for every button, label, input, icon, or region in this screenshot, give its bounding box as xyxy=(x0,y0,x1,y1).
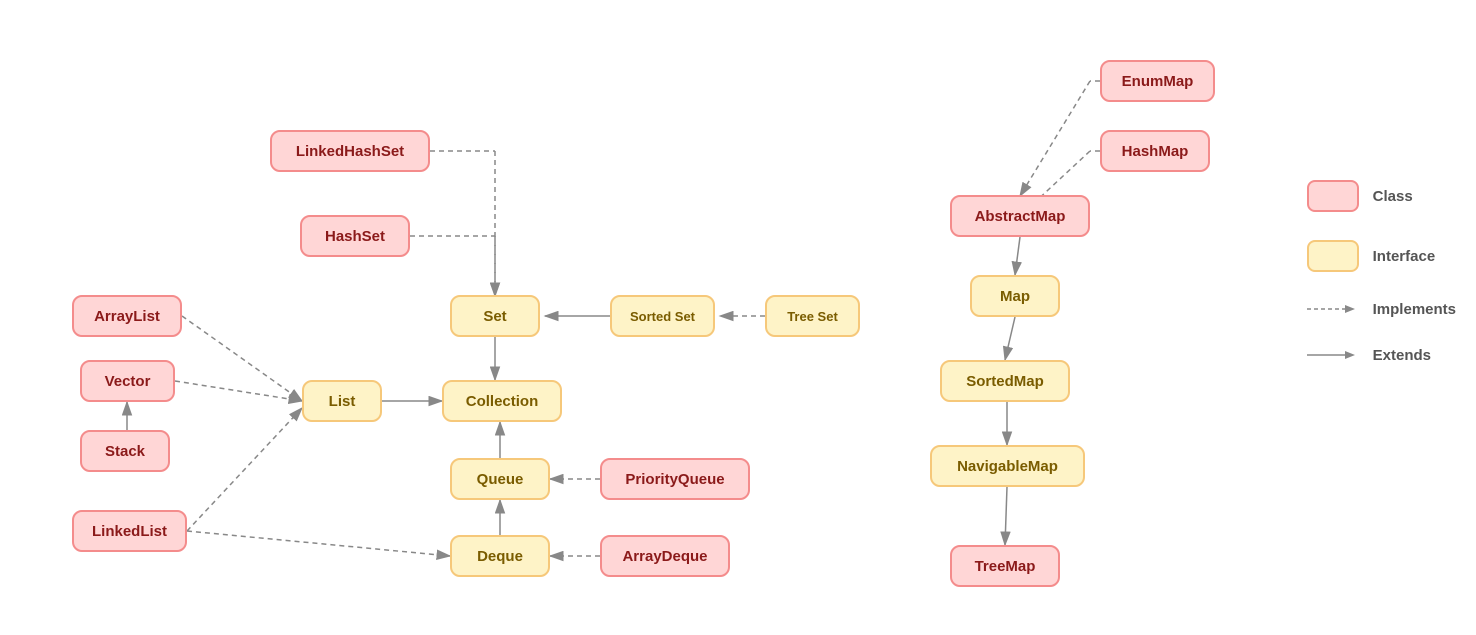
legend-implements-arrow xyxy=(1307,300,1359,318)
node-sortedset: Sorted Set xyxy=(610,295,715,337)
legend: Class Interface Implements Extends xyxy=(1307,180,1456,364)
node-enummap: EnumMap xyxy=(1100,60,1215,102)
legend-extends-arrow xyxy=(1307,346,1359,364)
node-set: Set xyxy=(450,295,540,337)
diagram-container: LinkedHashSet HashSet Set Sorted Set Tre… xyxy=(0,0,1476,635)
node-vector: Vector xyxy=(80,360,175,402)
legend-interface-label: Interface xyxy=(1373,248,1436,265)
node-abstractmap: AbstractMap xyxy=(950,195,1090,237)
node-priorityqueue: PriorityQueue xyxy=(600,458,750,500)
node-collection: Collection xyxy=(442,380,562,422)
node-treeset: Tree Set xyxy=(765,295,860,337)
node-queue: Queue xyxy=(450,458,550,500)
legend-class-label: Class xyxy=(1373,188,1413,205)
node-map: Map xyxy=(970,275,1060,317)
node-hashmap: HashMap xyxy=(1100,130,1210,172)
node-stack: Stack xyxy=(80,430,170,472)
arrows-svg xyxy=(0,0,1476,635)
legend-extends: Extends xyxy=(1307,346,1456,364)
node-hashset: HashSet xyxy=(300,215,410,257)
node-linkedhashset: LinkedHashSet xyxy=(270,130,430,172)
node-linkedlist: LinkedList xyxy=(72,510,187,552)
legend-interface: Interface xyxy=(1307,240,1456,272)
node-deque: Deque xyxy=(450,535,550,577)
legend-class: Class xyxy=(1307,180,1456,212)
node-sortedmap: SortedMap xyxy=(940,360,1070,402)
legend-class-box xyxy=(1307,180,1359,212)
node-navigablemap: NavigableMap xyxy=(930,445,1085,487)
node-treemap: TreeMap xyxy=(950,545,1060,587)
legend-interface-box xyxy=(1307,240,1359,272)
node-list: List xyxy=(302,380,382,422)
legend-extends-label: Extends xyxy=(1373,347,1431,364)
legend-implements: Implements xyxy=(1307,300,1456,318)
legend-implements-label: Implements xyxy=(1373,301,1456,318)
node-arraylist: ArrayList xyxy=(72,295,182,337)
node-arraydeque: ArrayDeque xyxy=(600,535,730,577)
